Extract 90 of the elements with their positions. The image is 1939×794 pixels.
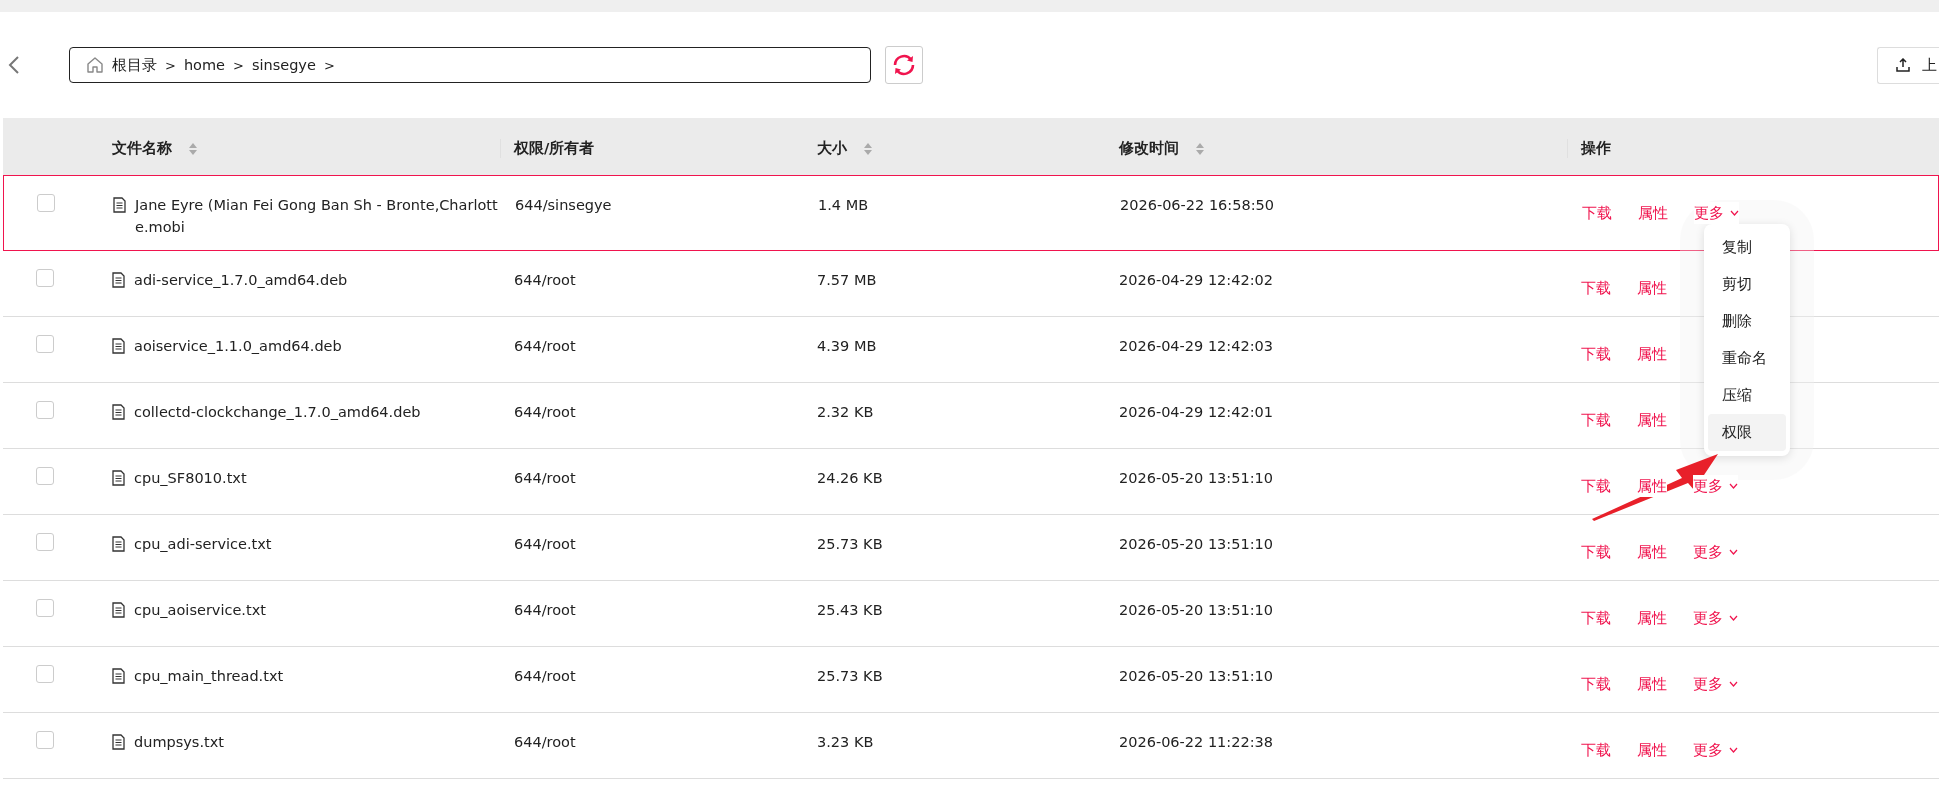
breadcrumb-separator: > <box>165 57 176 73</box>
table-cell: 644/root <box>514 602 576 618</box>
file-name[interactable]: adi-service_1.7.0_amd64.deb <box>134 269 356 291</box>
caret-icon[interactable] <box>1729 747 1738 753</box>
caret-icon[interactable] <box>1729 549 1738 555</box>
caret-icon[interactable] <box>1729 615 1738 621</box>
document-icon <box>112 338 125 354</box>
caret-icon[interactable] <box>1729 681 1738 687</box>
table-cell: 2026-05-20 13:51:10 <box>1119 470 1273 486</box>
sort-icon[interactable] <box>188 141 198 156</box>
table-cell: 25.43 KB <box>817 602 883 618</box>
caret-icon[interactable] <box>1730 210 1739 216</box>
checkbox[interactable] <box>36 731 54 749</box>
table-row[interactable]: cpu_main_thread.txt 644/root 25.73 KB 2026-05-20 13:51:10 下载 属性 更多 <box>3 647 1939 713</box>
column-header[interactable]: 修改时间 <box>1119 139 1179 158</box>
column-header[interactable]: 文件名称 <box>112 139 172 158</box>
file-name[interactable]: collectd-clockchange_1.7.0_amd64.deb <box>134 401 429 423</box>
breadcrumb-item[interactable]: home <box>183 57 225 73</box>
checkbox[interactable] <box>36 467 54 485</box>
action-link[interactable]: 属性 <box>1637 475 1667 497</box>
checkbox[interactable] <box>36 335 54 353</box>
caret-icon[interactable] <box>1729 483 1738 489</box>
checkbox[interactable] <box>36 533 54 551</box>
document-icon <box>112 734 125 750</box>
checkbox[interactable] <box>36 665 54 683</box>
column-header[interactable]: 操作 <box>1581 139 1611 158</box>
breadcrumb-item[interactable]: sinsegye <box>251 57 316 73</box>
sort-icon[interactable] <box>1195 141 1205 156</box>
document-icon <box>112 272 125 288</box>
table-cell: 3.23 KB <box>817 734 874 750</box>
table-cell: 644/sinsegye <box>515 197 612 213</box>
table-cell: 4.39 MB <box>817 338 877 354</box>
breadcrumb-separator: > <box>233 57 244 73</box>
table-cell: 2026-05-20 13:51:10 <box>1119 536 1273 552</box>
document-icon <box>113 197 126 213</box>
table-cell: 644/root <box>514 470 576 486</box>
table-cell: 644/root <box>514 668 576 684</box>
breadcrumb-separator: > <box>323 57 335 73</box>
home-icon[interactable] <box>86 56 104 74</box>
document-icon <box>112 602 125 618</box>
menu-item[interactable]: 重命名 <box>1708 340 1786 377</box>
table-cell: 644/root <box>514 536 576 552</box>
file-name[interactable]: aoiservice_1.1.0_amd64.deb <box>134 335 350 357</box>
column-header[interactable]: 权限/所有者 <box>514 139 595 158</box>
table-cell: 644/root <box>514 734 576 750</box>
table-cell: 2026-05-20 13:51:10 <box>1119 668 1273 684</box>
breadcrumb-item[interactable]: 根目录 <box>112 55 157 75</box>
menu-item[interactable]: 权限 <box>1708 414 1786 451</box>
table-cell: 2026-04-29 12:42:01 <box>1119 404 1273 420</box>
checkbox[interactable] <box>37 194 55 212</box>
table-cell: 25.73 KB <box>817 668 883 684</box>
table-cell: 644/root <box>514 272 576 288</box>
sort-icon[interactable] <box>863 141 873 156</box>
upload-button[interactable]: 上 <box>1877 46 1939 84</box>
checkbox[interactable] <box>36 269 54 287</box>
checkbox[interactable] <box>36 401 54 419</box>
table-cell: 2026-06-22 16:58:50 <box>1120 197 1274 213</box>
table-cell: 2026-06-22 11:22:38 <box>1119 734 1273 750</box>
document-icon <box>112 404 125 420</box>
column-header[interactable]: 大小 <box>817 139 847 158</box>
table-row[interactable]: dumpsys.txt 644/root 3.23 KB 2026-06-22 11:22:38 下载 属性 更多 <box>3 713 1939 779</box>
table-cell: 644/root <box>514 404 576 420</box>
file-name[interactable]: cpu_main_thread.txt <box>134 665 292 687</box>
checkbox[interactable] <box>36 599 54 617</box>
table-cell: 25.73 KB <box>817 536 883 552</box>
more-dropdown[interactable]: 更多 <box>1694 202 1739 224</box>
file-name[interactable]: dumpsys.txt <box>134 731 232 753</box>
back-icon[interactable] <box>8 55 20 75</box>
table-cell: 2026-04-29 12:42:03 <box>1119 338 1273 354</box>
table-row[interactable]: cpu_adi-service.txt 644/root 25.73 KB 2026-05-20 13:51:10 下载 属性 更多 <box>3 515 1939 581</box>
table-cell: 644/root <box>514 338 576 354</box>
breadcrumb-field[interactable]: 根目录 > home > sinsegye > <box>69 47 871 83</box>
table-cell: 7.57 MB <box>817 272 877 288</box>
table-row[interactable]: cpu_aoiservice.txt 644/root 25.43 KB 2026-05-20 13:51:10 下载 属性 更多 <box>3 581 1939 647</box>
file-name[interactable]: cpu_adi-service.txt <box>134 533 280 555</box>
document-icon <box>112 536 125 552</box>
file-name[interactable]: cpu_aoiservice.txt <box>134 599 274 621</box>
table-cell: 2.32 KB <box>817 404 874 420</box>
file-name[interactable]: cpu_SF8010.txt <box>134 467 255 489</box>
table-cell: 1.4 MB <box>818 197 869 213</box>
table-cell: 2026-04-29 12:42:02 <box>1119 272 1273 288</box>
document-icon <box>112 668 125 684</box>
refresh-icon[interactable] <box>891 52 917 78</box>
upload-icon[interactable] <box>1896 58 1910 72</box>
table-cell: 2026-05-20 13:51:10 <box>1119 602 1273 618</box>
file-name[interactable]: Jane Eyre (Mian Fei Gong Ban Sh - Bronte,Charlotte.mobi <box>135 194 515 238</box>
table-cell: 24.26 KB <box>817 470 883 486</box>
document-icon <box>112 470 125 486</box>
refresh-button[interactable] <box>885 46 923 84</box>
menu-item[interactable]: 剪切 <box>1708 266 1786 303</box>
